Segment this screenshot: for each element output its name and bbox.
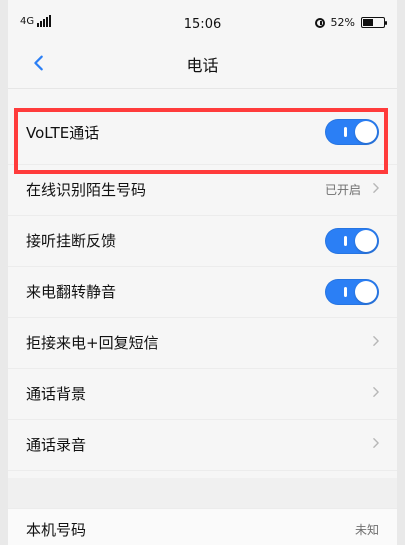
setting-value: 未知 (354, 523, 379, 537)
section-gap (8, 478, 397, 508)
setting-label: 在线识别陌生号码 (26, 181, 147, 199)
toggle-on-indicator (344, 236, 347, 246)
flip-mute-toggle[interactable] (325, 279, 379, 305)
setting-row-call-background[interactable]: 通话背景 (8, 369, 397, 420)
setting-label: 通话录音 (26, 436, 87, 454)
battery-percent: 52% (330, 16, 355, 29)
chevron-right-icon (373, 438, 379, 448)
setting-row-flip-mute[interactable]: 来电翻转静音 (8, 267, 397, 318)
setting-label: 来电翻转静音 (26, 283, 117, 301)
alarm-icon (314, 17, 325, 28)
battery-fill (363, 19, 374, 26)
setting-row-unknown-number[interactable]: 在线识别陌生号码 已开启 (8, 165, 397, 216)
chevron-right-icon (373, 387, 379, 397)
status-right: 52% (314, 16, 387, 29)
battery-icon (361, 17, 387, 28)
setting-label: 通话背景 (26, 385, 87, 403)
toggle-on-indicator (344, 287, 347, 297)
toggle-knob (355, 230, 377, 252)
toggle-knob (355, 121, 377, 143)
phone-screen: 4G 15:06 52% 电话 VoLTE通话 在线识别陌生号码 已开启 接听挂… (8, 0, 397, 545)
setting-label: 本机号码 (26, 521, 87, 539)
status-bar: 4G 15:06 52% (8, 0, 397, 40)
setting-value: 已开启 (324, 183, 361, 197)
chevron-right-icon (373, 336, 379, 346)
setting-row-call-recording[interactable]: 通话录音 (8, 420, 397, 471)
header-divider (8, 88, 397, 89)
setting-row-volte[interactable]: VoLTE通话 (8, 100, 397, 165)
page-title: 电话 (186, 56, 219, 75)
header: 电话 (8, 40, 397, 88)
toggle-knob (355, 281, 377, 303)
volte-toggle[interactable] (325, 119, 379, 145)
setting-row-reject-sms[interactable]: 拒接来电+回复短信 (8, 318, 397, 369)
toggle-on-indicator (344, 127, 347, 137)
setting-label: VoLTE通话 (26, 124, 100, 142)
chevron-right-icon (373, 183, 379, 193)
setting-row-answer-feedback[interactable]: 接听挂断反馈 (8, 216, 397, 267)
answer-feedback-toggle[interactable] (325, 228, 379, 254)
setting-row-my-number[interactable]: 本机号码 未知 (8, 508, 397, 545)
settings-list: VoLTE通话 在线识别陌生号码 已开启 接听挂断反馈 来电翻转静音 拒接来电+… (8, 100, 397, 471)
setting-label: 拒接来电+回复短信 (26, 334, 159, 352)
setting-label: 接听挂断反馈 (26, 232, 117, 250)
